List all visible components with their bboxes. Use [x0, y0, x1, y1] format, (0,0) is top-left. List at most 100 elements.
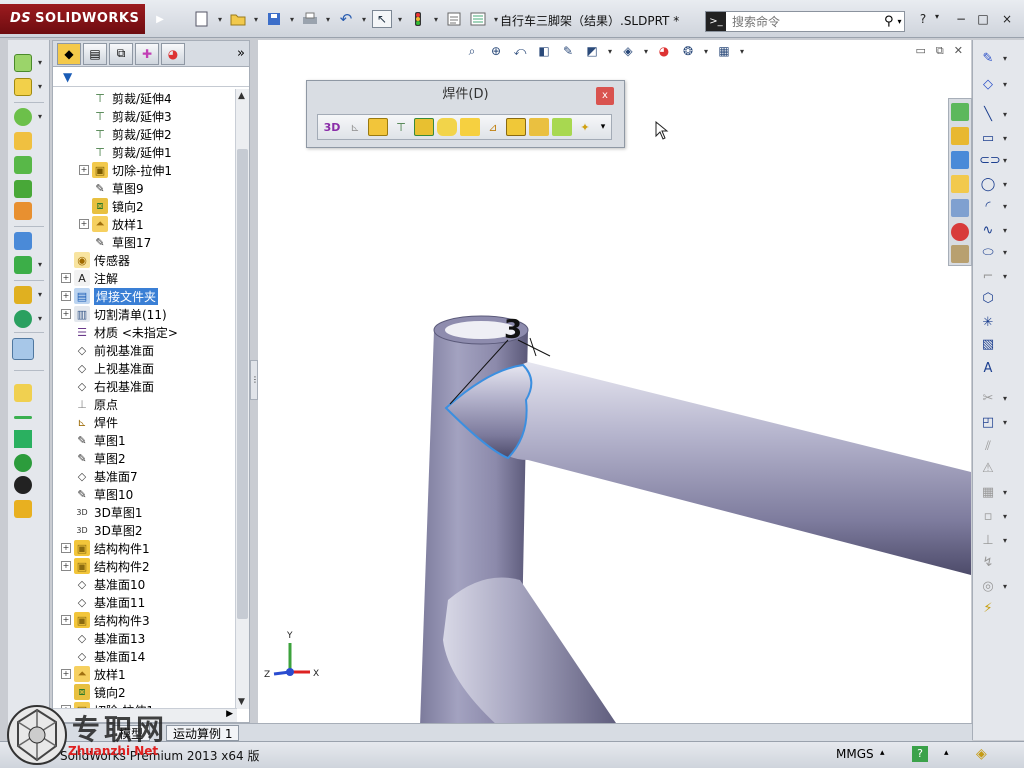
edit-appearance-icon[interactable]: ◕ [655, 42, 673, 60]
display-style-icon[interactable]: ◈ [619, 42, 637, 60]
panel-splitter[interactable]: ⋮ [250, 360, 259, 400]
move-dropdown-icon[interactable]: ▾ [1003, 512, 1007, 521]
line-icon[interactable]: ╲ [979, 106, 997, 124]
curves-dropdown-icon[interactable]: ▾ [38, 314, 42, 323]
file-properties-icon[interactable] [444, 10, 464, 28]
appearances-icon[interactable] [951, 223, 969, 241]
tree-item[interactable]: + ▣ 结构构件2 [61, 557, 150, 575]
weld-bead-icon[interactable] [506, 118, 526, 136]
arc-dropdown-icon[interactable]: ▾ [1003, 202, 1007, 211]
sketch-icon[interactable]: ✎ [979, 50, 997, 68]
fillet-sketch-dropdown-icon[interactable]: ▾ [1003, 272, 1007, 281]
expand-icon[interactable]: + [61, 273, 71, 283]
ref-dropdown-icon[interactable]: ▾ [38, 290, 42, 299]
extruded-cut-icon[interactable] [14, 78, 32, 96]
curves-icon[interactable] [14, 310, 32, 328]
tree-item[interactable]: + ▤ 焊接文件夹 [61, 287, 159, 305]
design-library-icon[interactable] [951, 151, 969, 169]
file-explorer-icon[interactable] [951, 175, 969, 193]
center-of-mass-icon[interactable] [14, 476, 32, 494]
tree-item[interactable]: ◇ 右视基准面 [61, 377, 154, 395]
search-icon[interactable]: ⚲ [884, 14, 894, 29]
undo-icon[interactable]: ↶ [336, 10, 356, 28]
tree-item[interactable]: ✎ 草图9 [79, 179, 143, 197]
scroll-thumb[interactable] [237, 149, 248, 619]
rectangle-dropdown-icon[interactable]: ▾ [1003, 134, 1007, 143]
fillet-sketch-icon[interactable]: ⌐ [979, 268, 997, 286]
end-cap-icon[interactable]: ⊿ [483, 118, 503, 136]
shell-icon[interactable] [14, 156, 32, 174]
tab-dimxpert-manager[interactable]: ✚ [135, 42, 159, 65]
expand-icon[interactable]: + [61, 309, 71, 319]
fillet-bead-icon[interactable] [552, 118, 572, 136]
text-icon[interactable]: A [979, 360, 997, 378]
minimize-button[interactable]: − [952, 12, 970, 28]
tree-item[interactable]: ◇ 基准面10 [61, 575, 146, 593]
tree-item[interactable]: ☰ 材质 <未指定> [61, 323, 178, 341]
circle-icon[interactable]: ◯ [979, 176, 997, 194]
weldment-icon[interactable]: ⊾ [345, 118, 365, 136]
weld-annotation[interactable]: 3 [504, 315, 522, 345]
draft-icon[interactable] [14, 180, 32, 198]
extruded-cut-icon[interactable] [437, 118, 457, 136]
print-icon[interactable] [300, 10, 320, 28]
expand-icon[interactable]: + [61, 669, 71, 679]
tree-item[interactable]: + ▥ 切割清单(11) [61, 305, 167, 323]
new-dropdown-icon[interactable]: ▾ [216, 10, 224, 28]
close-button[interactable]: × [998, 12, 1016, 28]
viewport-restore-icon[interactable]: ⧉ [936, 44, 944, 58]
expand-icon[interactable]: + [61, 561, 71, 571]
slot-icon[interactable]: ⊂⊃ [979, 152, 1001, 170]
tree-item[interactable]: ◇ 基准面7 [61, 467, 138, 485]
tree-item[interactable]: ⧈ 镜向2 [79, 197, 144, 215]
cut-dropdown-icon[interactable]: ▾ [38, 82, 42, 91]
line-dropdown-icon[interactable]: ▾ [1003, 110, 1007, 119]
viewport-close-icon[interactable]: ✕ [954, 44, 963, 58]
trim-dropdown-icon[interactable]: ▾ [1003, 394, 1007, 403]
extruded-boss-icon[interactable] [414, 118, 434, 136]
view-orientation-dropdown-icon[interactable]: ▾ [607, 42, 613, 60]
tree-item[interactable]: ◉ 传感器 [61, 251, 130, 269]
expand-icon[interactable]: + [79, 165, 89, 175]
linear-pattern-icon[interactable] [14, 232, 32, 250]
spline-dropdown-icon[interactable]: ▾ [1003, 226, 1007, 235]
tree-item[interactable]: ⊾ 焊件 [61, 413, 118, 431]
weld-table-icon[interactable]: ✦ [575, 118, 595, 136]
tree-item[interactable]: + A 注解 [61, 269, 118, 287]
undo-dropdown-icon[interactable]: ▾ [360, 10, 368, 28]
open-icon[interactable] [228, 10, 248, 28]
relations-dropdown-icon[interactable]: ▾ [1003, 536, 1007, 545]
repair-sketch-icon[interactable]: ↯ [979, 554, 997, 572]
tree-item[interactable]: ◇ 基准面14 [61, 647, 146, 665]
home-icon[interactable] [951, 127, 969, 145]
tab-property-manager[interactable]: ▤ [83, 42, 107, 65]
scene-dropdown-icon[interactable]: ▾ [703, 42, 709, 60]
tree-item[interactable]: ◇ 基准面11 [61, 593, 146, 611]
status-help-button[interactable]: ? [912, 746, 928, 762]
print-dropdown-icon[interactable]: ▾ [324, 10, 332, 28]
tab-display-manager[interactable]: ◕ [161, 42, 185, 65]
move-entities-icon[interactable]: ▫ [979, 508, 997, 526]
tree-item[interactable]: ⧈ 镜向2 [61, 683, 126, 701]
pattern-dropdown-icon[interactable]: ▾ [38, 260, 42, 269]
view-orientation-icon[interactable]: ◩ [583, 42, 601, 60]
search-commands[interactable]: >_ ⚲ ▾ [705, 11, 905, 32]
weld-bead-icon[interactable] [14, 384, 32, 402]
sketch-dropdown-icon[interactable]: ▾ [1003, 54, 1007, 63]
polygon-icon[interactable]: ⬡ [979, 290, 997, 308]
open-dropdown-icon[interactable]: ▾ [252, 10, 260, 28]
save-icon[interactable] [264, 10, 284, 28]
select-icon[interactable]: ↖ [372, 10, 392, 28]
tree-item[interactable]: +▣ 切除-拉伸1 [79, 161, 172, 179]
point-sketch-icon[interactable]: ✳ [979, 314, 997, 332]
tree-item[interactable]: 3D 3D草图2 [61, 521, 142, 539]
convert-dropdown-icon[interactable]: ▾ [1003, 418, 1007, 427]
help-dropdown-icon[interactable]: ▾ [928, 12, 946, 28]
trim-extend-icon[interactable]: ⊤ [391, 118, 411, 136]
convert-entities-icon[interactable]: ◰ [979, 414, 997, 432]
tree-item[interactable]: + ⏶ 放样1 [79, 215, 144, 233]
mate-reference-icon[interactable] [14, 500, 32, 518]
solidworks-resources-icon[interactable] [951, 103, 969, 121]
zoom-to-fit-icon[interactable]: ⌕ [463, 42, 481, 60]
save-dropdown-icon[interactable]: ▾ [288, 10, 296, 28]
